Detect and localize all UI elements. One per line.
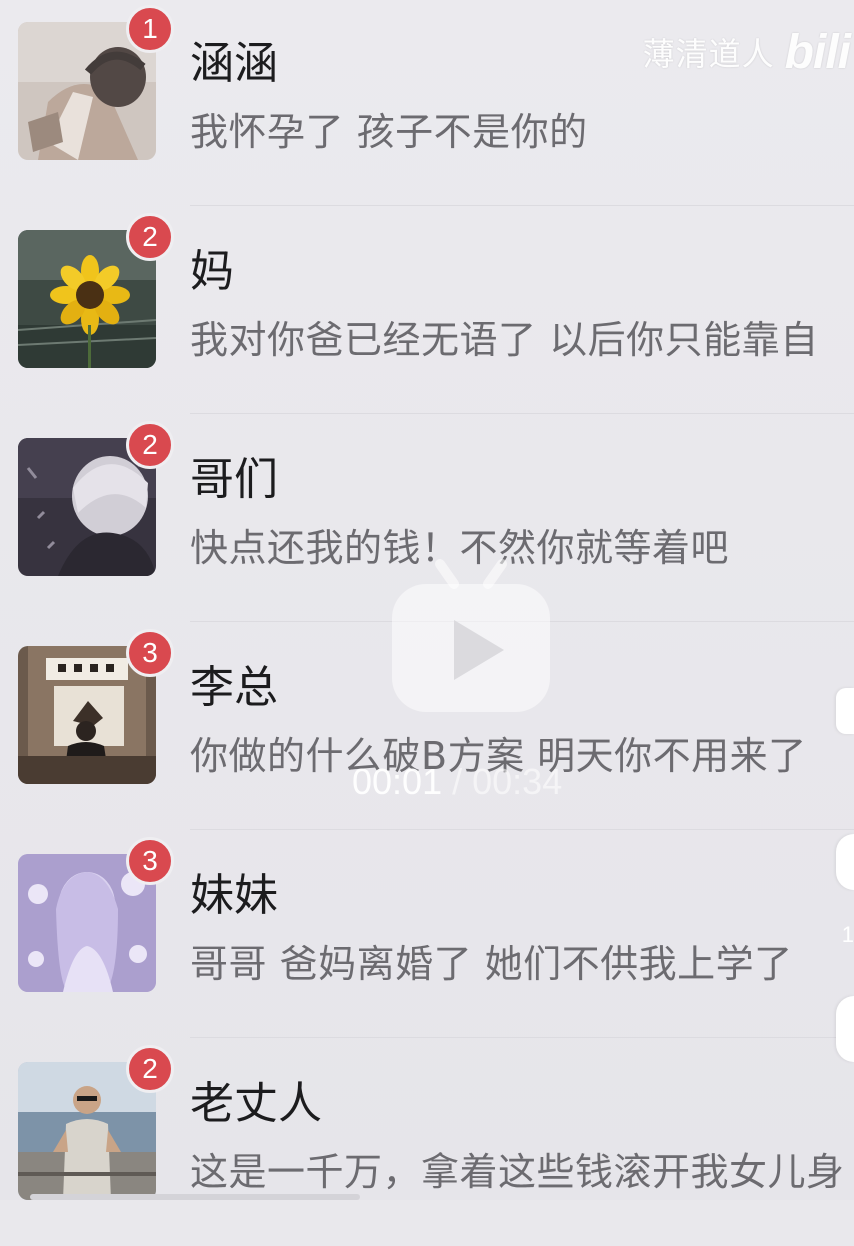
edge-label: 1 xyxy=(841,922,854,947)
current-time: 00:01 xyxy=(352,761,443,802)
play-button[interactable] xyxy=(388,556,554,716)
message-preview: 我对你爸已经无语了 以后你只能靠自 xyxy=(190,318,819,362)
contact-name: 哥们 xyxy=(190,454,278,505)
unread-badge: 1 xyxy=(126,5,174,53)
unread-badge: 3 xyxy=(126,629,174,677)
message-preview: 这是一千万，拿着这些钱滚开我女儿身 xyxy=(190,1150,845,1194)
unread-badge: 2 xyxy=(126,421,174,469)
contact-name: 妹妹 xyxy=(190,870,278,921)
edge-handle[interactable] xyxy=(836,996,854,1062)
unread-badge: 2 xyxy=(126,1045,174,1093)
contact-name: 妈 xyxy=(190,246,234,297)
message-preview: 我怀孕了 孩子不是你的 xyxy=(190,110,588,154)
total-time: 00:34 xyxy=(472,761,563,802)
contact-name: 老丈人 xyxy=(190,1078,322,1129)
chat-item-father-in-law[interactable]: 2 老丈人 这是一千万，拿着这些钱滚开我女儿身 xyxy=(0,1040,854,1246)
chat-item-sister[interactable]: 3 妹妹 哥哥 爸妈离婚了 她们不供我上学了 xyxy=(0,832,854,1038)
divider xyxy=(190,413,854,414)
divider xyxy=(190,829,854,830)
bilibili-logo: bili xyxy=(784,25,851,79)
message-preview: 哥哥 爸妈离婚了 她们不供我上学了 xyxy=(190,942,793,986)
bilibili-watermark: 薄清道人 bili xyxy=(642,24,851,80)
video-frame: 1 涵涵 我怀孕了 孩子不是你的 2 妈 我对你爸已经无语了 以后你只能靠自 2… xyxy=(0,0,854,1200)
playback-time: 00:01 / 00:34 xyxy=(352,760,562,804)
divider xyxy=(190,1037,854,1038)
play-icon xyxy=(392,559,550,712)
contact-name: 李总 xyxy=(190,662,278,713)
edge-handle[interactable] xyxy=(836,834,854,890)
unread-badge: 2 xyxy=(126,213,174,261)
time-separator: / xyxy=(452,761,463,802)
unread-badge: 3 xyxy=(126,837,174,885)
edge-handle[interactable] xyxy=(836,688,854,734)
chat-item-mom[interactable]: 2 妈 我对你爸已经无语了 以后你只能靠自 xyxy=(0,208,854,414)
contact-name: 涵涵 xyxy=(190,38,278,89)
divider xyxy=(190,205,854,206)
scroll-indicator xyxy=(30,1194,360,1200)
watermark-author: 薄清道人 xyxy=(642,35,775,73)
